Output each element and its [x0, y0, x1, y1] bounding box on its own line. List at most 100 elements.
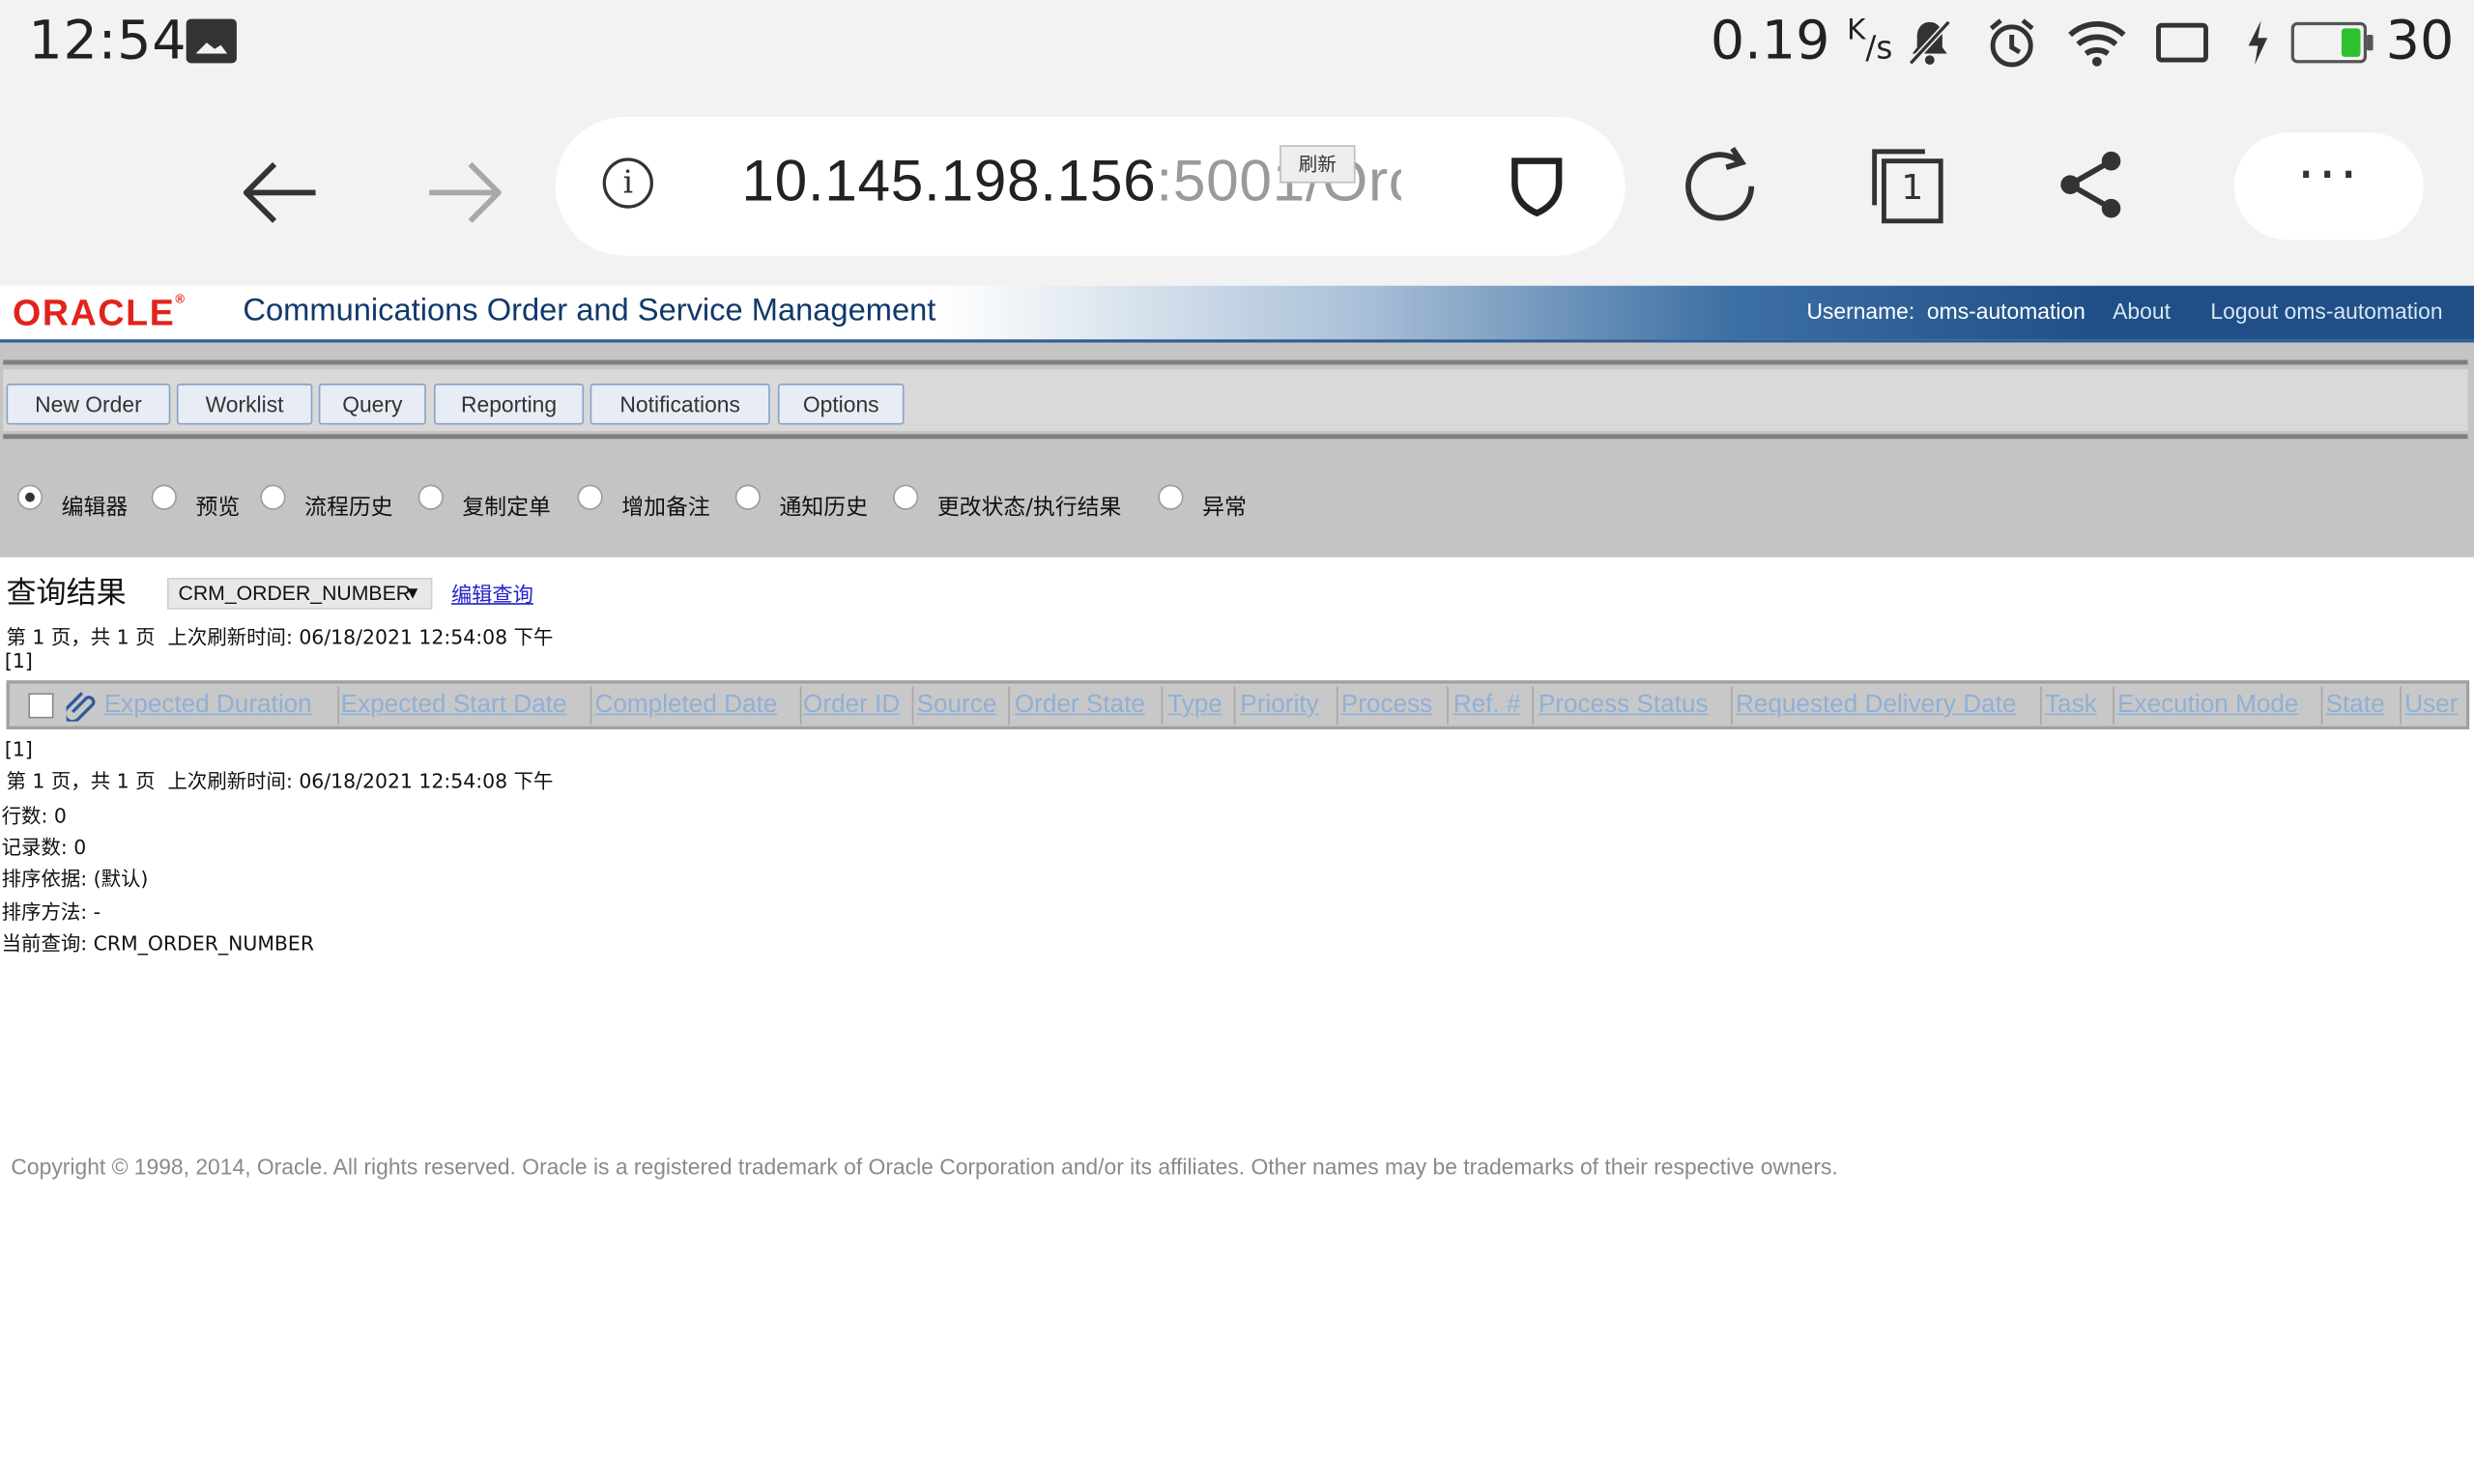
column-header[interactable]: Type [1167, 686, 1236, 726]
radio-dot[interactable] [1158, 484, 1184, 510]
alarm-icon [1989, 18, 2034, 68]
results-title: 查询结果 [6, 576, 127, 612]
network-speed-unit-top: K [1847, 14, 1866, 47]
browser-toolbar: i 10.145.198.156:5001/Orc 1 ··· [0, 95, 2474, 286]
pager-link-top[interactable]: [1] [5, 649, 33, 673]
sort-by: 排序依据: (默认) [1, 867, 149, 891]
app-title: Communications Order and Service Managem… [243, 293, 936, 328]
reload-icon[interactable] [1676, 142, 1764, 231]
sort-method: 排序方法: - [1, 899, 101, 924]
column-header[interactable]: Source [917, 686, 1010, 726]
status-bar: 12:54 0.19 K/s 30 [0, 0, 2474, 96]
divider [3, 434, 2468, 440]
menu-new-order[interactable]: New Order [6, 384, 171, 425]
battery-percent: 30 [2385, 9, 2455, 73]
username-value: oms-automation [1926, 298, 2086, 324]
query-select-value: CRM_ORDER_NUMBER [178, 581, 412, 605]
current-query: 当前查询: CRM_ORDER_NUMBER [1, 931, 315, 956]
row-count: 行数: 0 [1, 803, 67, 828]
username-display: Username: oms-automation [1806, 299, 2085, 324]
share-icon[interactable] [2055, 149, 2127, 221]
page-status-top: 第 1 页，共 1 页 上次刷新时间: 06/18/2021 12:54:08 … [7, 620, 554, 650]
radio-dot[interactable] [151, 484, 177, 510]
column-header[interactable]: State [2326, 686, 2402, 726]
tab-count: 1 [1901, 168, 1924, 209]
more-menu-button[interactable]: ··· [2233, 132, 2424, 241]
column-header[interactable]: Completed Date [595, 686, 802, 726]
radio-dot[interactable] [734, 484, 761, 510]
menu-worklist[interactable]: Worklist [176, 384, 313, 425]
divider [3, 359, 2468, 365]
about-link[interactable]: About [2113, 299, 2171, 324]
radio-dot[interactable] [260, 484, 286, 510]
column-header[interactable]: Ref. # [1453, 686, 1534, 726]
bell-muted-icon [1908, 19, 1951, 66]
app-header: ORACLE® Communications Order and Service… [0, 285, 2474, 343]
back-arrow-icon[interactable] [234, 145, 329, 240]
radio-label: 编辑器 [61, 496, 129, 522]
wifi-icon [2068, 21, 2126, 67]
column-header[interactable]: Priority [1240, 686, 1338, 726]
radio-label: 更改状态/执行结果 [936, 496, 1122, 522]
menu-reporting[interactable]: Reporting [433, 384, 585, 425]
paperclip-icon [66, 692, 96, 722]
screen-rotate-icon [2156, 22, 2208, 63]
page-status-bottom: 第 1 页，共 1 页 上次刷新时间: 06/18/2021 12:54:08 … [7, 764, 554, 794]
view-options: 编辑器 预览 流程历史 复制定单 增加备注 通知历史 更改状态/执行结果 异常 [0, 472, 2474, 535]
radio-label: 复制定单 [462, 496, 551, 522]
column-header[interactable]: Order State [1015, 686, 1164, 726]
radio-label: 流程历史 [304, 496, 393, 522]
radio-label: 异常 [1202, 496, 1247, 522]
username-label: Username: [1806, 298, 1915, 324]
clock: 12:54 [28, 9, 187, 73]
column-header[interactable]: Execution Mode [2117, 686, 2323, 726]
column-header[interactable]: Requested Delivery Date [1736, 686, 2042, 726]
address-bar[interactable]: i 10.145.198.156:5001/Orc [555, 116, 1625, 256]
menu-query[interactable]: Query [318, 384, 426, 425]
radio-dot[interactable] [16, 484, 43, 510]
query-select[interactable]: CRM_ORDER_NUMBER ▼ [167, 578, 433, 610]
column-header[interactable]: Expected Duration [104, 686, 340, 726]
page-info: 第 1 页，共 1 页 [6, 625, 156, 649]
screen: 12:54 0.19 K/s 30 i 10.145.198.156 1 ···… [0, 0, 2474, 1484]
radio-dot[interactable] [577, 484, 603, 510]
column-header[interactable]: User [2404, 687, 2466, 725]
refresh-time: 上次刷新时间: 06/18/2021 12:54:08 下午 [167, 768, 554, 793]
oracle-logo: ORACLE® [13, 292, 187, 333]
battery-icon [2290, 21, 2373, 64]
charging-icon [2248, 20, 2268, 65]
tabs-button[interactable]: 1 [1865, 145, 1944, 224]
refresh-button[interactable]: 刷新 [1280, 145, 1356, 184]
battery-level [2341, 28, 2361, 57]
network-speed-value: 0.19 [1710, 9, 1830, 73]
dropdown-caret-icon: ▼ [404, 584, 421, 604]
radio-dot[interactable] [417, 484, 444, 510]
logout-link[interactable]: Logout oms-automation [2210, 299, 2442, 324]
shield-icon[interactable] [1509, 155, 1566, 217]
forward-arrow-icon[interactable] [417, 145, 511, 240]
column-header[interactable]: Process Status [1539, 686, 1733, 726]
radio-label: 通知历史 [779, 496, 868, 522]
edit-query-link[interactable]: 编辑查询 [451, 578, 533, 609]
menu-bar: New Order Worklist Query Reporting Notif… [3, 369, 2468, 432]
record-count: 记录数: 0 [1, 835, 87, 859]
column-header[interactable]: Expected Start Date [341, 686, 592, 726]
menu-notifications[interactable]: Notifications [590, 384, 770, 425]
info-icon[interactable]: i [602, 157, 653, 209]
select-all-checkbox[interactable] [28, 693, 54, 719]
menu-panel: New Order Worklist Query Reporting Notif… [0, 342, 2474, 557]
radio-label: 预览 [195, 496, 241, 522]
oracle-logo-text: ORACLE [13, 292, 176, 333]
pager-link-bottom[interactable]: [1] [5, 737, 33, 761]
radio-dot[interactable] [893, 484, 919, 510]
column-header[interactable]: Order ID [803, 686, 914, 726]
column-header[interactable]: Task [2045, 686, 2114, 726]
results-table-header: Expected Duration Expected Start Date Co… [6, 680, 2470, 729]
gallery-icon [186, 18, 237, 64]
page-info: 第 1 页，共 1 页 [6, 768, 156, 793]
column-header[interactable]: Process [1341, 686, 1449, 726]
menu-options[interactable]: Options [777, 384, 905, 425]
url-host: 10.145.198.156 [741, 148, 1157, 214]
network-speed-unit-bottom: /s [1865, 28, 1893, 67]
network-speed: 0.19 K/s [1711, 10, 1893, 72]
